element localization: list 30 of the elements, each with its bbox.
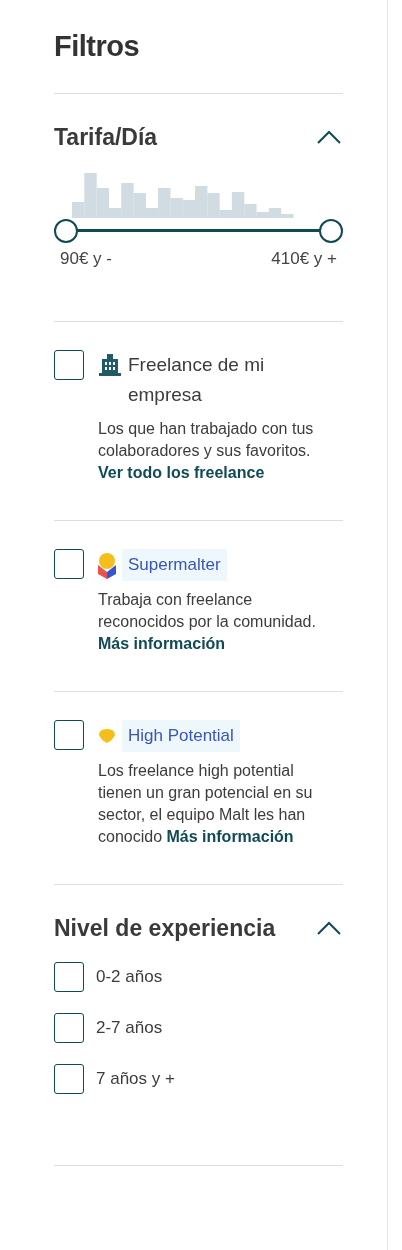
checkbox-label: 0-2 años — [96, 967, 163, 987]
checkbox-label: 7 años y + — [96, 1069, 175, 1089]
option-description: Los freelance high potential tienen un gran potencial en su sector, el equipo Malt les han conocido Más información — [98, 761, 314, 847]
option-description: Los que han trabajado con tus colaboradores y sus favoritos. Ver todo los freelance — [98, 419, 315, 483]
chevron-up-icon — [317, 920, 341, 935]
min-rate-label: 90€ y - — [60, 249, 112, 269]
section-title: Tarifa/Día — [54, 124, 158, 151]
building-icon — [98, 353, 122, 377]
checkbox[interactable] — [54, 549, 84, 579]
option-label: Freelance de mi empresa — [127, 353, 266, 407]
option-tag: Supermalter — [122, 549, 227, 581]
checkbox[interactable] — [54, 962, 84, 992]
checkbox[interactable] — [54, 1064, 84, 1094]
checkbox[interactable] — [54, 1013, 84, 1043]
option-tag: High Potential — [122, 720, 240, 752]
collapse-toggle[interactable] — [317, 129, 343, 146]
badge-icon — [98, 553, 116, 579]
max-rate-label: 410€ y + — [271, 249, 337, 269]
info-link[interactable]: Más información — [98, 635, 226, 652]
collapse-toggle[interactable] — [317, 920, 343, 937]
chevron-up-icon — [317, 129, 341, 144]
checkbox-label: 2-7 años — [96, 1018, 163, 1038]
info-link[interactable]: Ver todo los freelance — [98, 464, 265, 481]
info-link[interactable]: Más información — [166, 828, 294, 845]
badge-icon — [98, 728, 116, 744]
checkbox[interactable] — [54, 720, 84, 750]
option-description: Trabaja con freelance reconocidos por la comunidad. Más información — [98, 590, 317, 654]
checkbox[interactable] — [54, 350, 84, 380]
page-title: Filtros — [54, 30, 141, 63]
section-title: Nivel de experiencia — [54, 915, 276, 942]
